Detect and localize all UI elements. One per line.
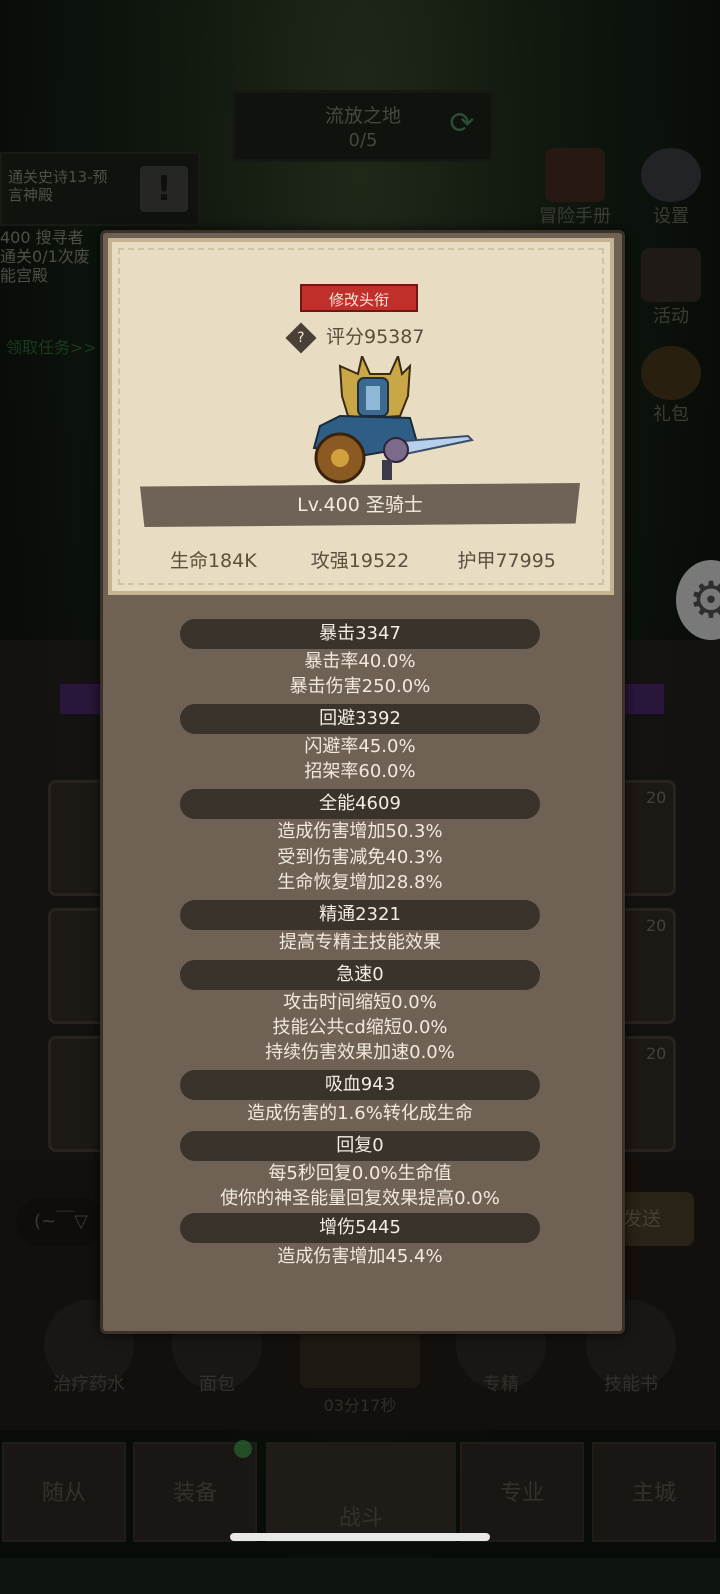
attack-stat: 攻强19522 [310,550,410,572]
rename-title-button[interactable]: 修改头衔 [300,284,418,312]
regen-header: 回复0 [180,1131,540,1161]
hp-stat: 生命184K [169,550,257,572]
crit-header: 暴击3347 [180,619,540,649]
damage-increase-effect: 造成伤害增加45.4% [277,1246,443,1267]
haste-header: 急速0 [180,960,540,990]
regen-holy-power: 使你的神圣能量回复效果提高0.0% [220,1188,500,1209]
damage-increase-header: 增伤5445 [180,1213,540,1243]
class-level-bar: Lv.400 圣骑士 [140,483,580,527]
score-value: 评分95387 [326,326,425,348]
haste-dot: 持续伤害效果加速0.0% [265,1042,455,1063]
crit-rate: 暴击率40.0% [304,651,416,672]
leech-header: 吸血943 [180,1070,540,1100]
mastery-header: 精通2321 [180,900,540,930]
versatility-damage: 造成伤害增加50.3% [277,821,443,842]
versatility-reduction: 受到伤害减免40.3% [277,847,443,868]
question-icon[interactable]: ? [285,321,317,354]
crit-damage: 暴击伤害250.0% [289,676,431,697]
versatility-healing: 生命恢复增加28.8% [277,872,443,893]
mastery-effect: 提高专精主技能效果 [279,932,441,953]
parry-rate: 招架率60.0% [304,761,416,782]
armor-stat: 护甲77995 [457,550,556,572]
haste-cd: 技能公共cd缩短0.0% [272,1017,448,1038]
score-row: ? 评分95387 [285,321,425,354]
versatility-header: 全能4609 [180,789,540,819]
home-indicator[interactable] [230,1533,490,1541]
paladin-avatar [312,356,475,484]
dodge-rate: 闪避率45.0% [304,736,416,757]
avoid-header: 回避3392 [180,704,540,734]
regen-hp: 每5秒回复0.0%生命值 [268,1163,452,1184]
leech-effect: 造成伤害的1.6%转化成生命 [247,1103,473,1124]
primary-stats: 生命184K 攻强19522 护甲77995 [140,546,580,573]
haste-attack: 攻击时间缩短0.0% [283,992,437,1013]
